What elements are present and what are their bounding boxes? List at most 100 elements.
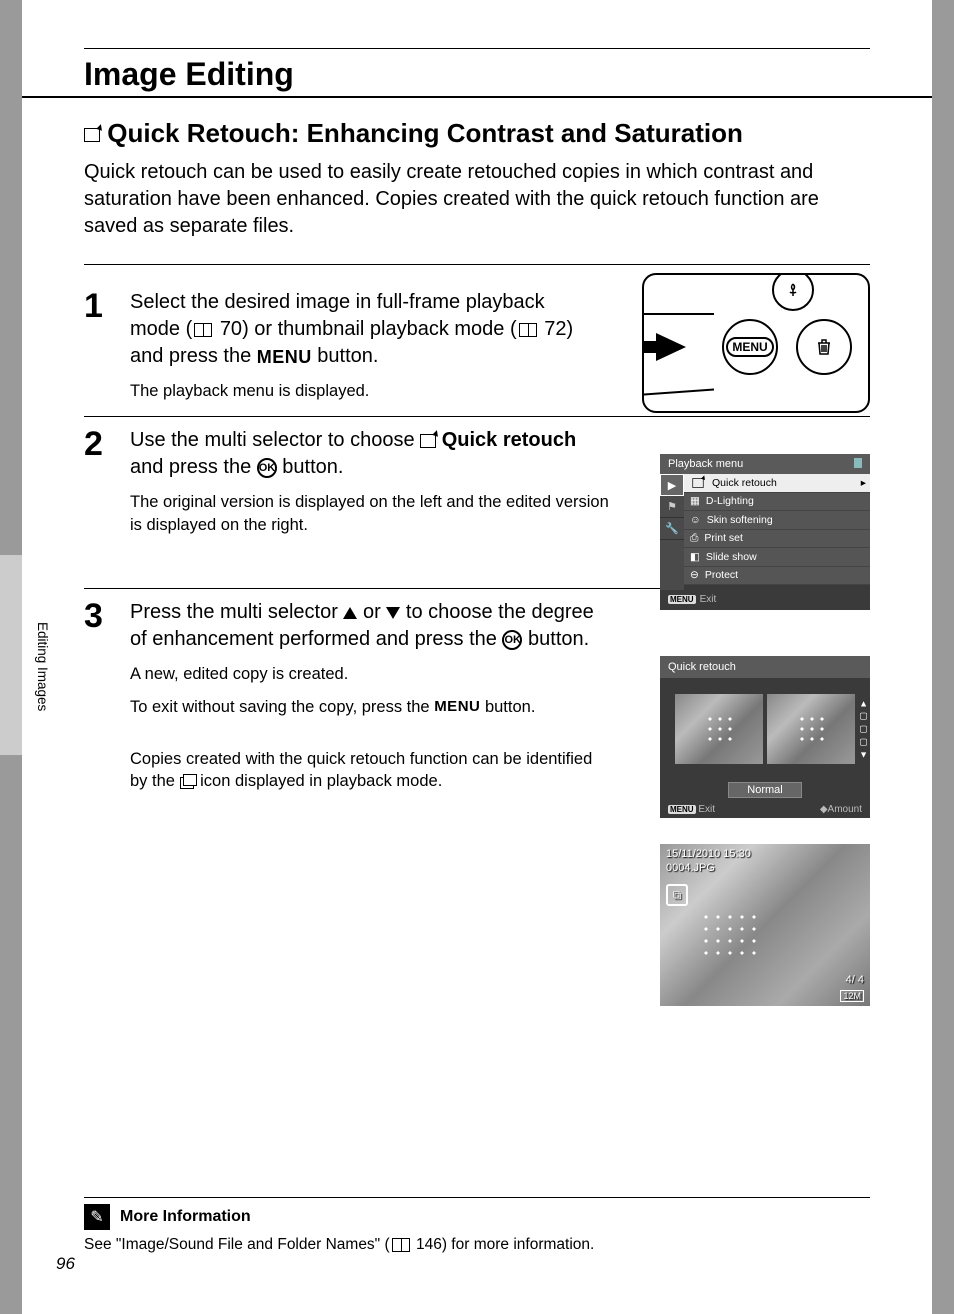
- page-title: Image Editing: [84, 56, 294, 93]
- menu-button-label: MENU: [257, 345, 312, 369]
- step-number: 3: [84, 599, 112, 792]
- section-title-text: Quick Retouch: Enhancing Contrast and Sa…: [107, 118, 743, 148]
- text: See "Image/Sound File and Folder Names" …: [84, 1236, 390, 1253]
- book-ref-icon: [519, 323, 537, 337]
- retouch-copy-indicator-icon: ⧉: [666, 884, 688, 906]
- down-arrow-icon: [386, 607, 400, 619]
- quick-retouch-icon: [420, 434, 436, 448]
- menu-item-label: Skin softening: [707, 514, 773, 526]
- more-information: ✎ More Information See "Image/Sound File…: [84, 1197, 870, 1254]
- note-icon: ✎: [84, 1204, 110, 1230]
- step-2-sub: The original version is displayed on the…: [130, 491, 610, 536]
- step-number: 2: [84, 427, 112, 574]
- menu-item-label: Protect: [705, 569, 738, 581]
- menu-item-d-lighting: ▦ D-Lighting: [684, 493, 870, 512]
- text: or: [357, 601, 386, 623]
- amount-label: Amount: [828, 804, 862, 815]
- menu-list: Quick retouch▸ ▦D-Lighting ☺Skin softeni…: [684, 474, 870, 590]
- exit-label: Exit: [698, 804, 715, 815]
- steps-top-rule: [84, 264, 870, 265]
- adjust-icon: ◆: [820, 804, 828, 815]
- text: button.: [312, 345, 379, 367]
- step-3-text: Press the multi selector or to choose th…: [130, 599, 600, 653]
- step-1-text: Select the desired image in full-frame p…: [130, 289, 600, 370]
- image-count: 4/ 4: [846, 974, 864, 986]
- skin-icon: ☺: [690, 514, 701, 526]
- step-1-sub: The playback menu is displayed.: [130, 380, 610, 402]
- screenshot-footer: MENU Exit: [660, 590, 870, 608]
- step-3-sub2: To exit without saving the copy, press t…: [130, 696, 610, 718]
- menu-option-name: Quick retouch: [442, 429, 576, 451]
- d-lighting-icon: ▦: [690, 495, 700, 507]
- text: button.: [480, 698, 535, 716]
- menu-item-print-set: ⎙Print set: [684, 530, 870, 549]
- side-tab-label: Editing Images: [35, 622, 50, 711]
- menu-button-label: MENU: [726, 337, 773, 357]
- book-ref-icon: [194, 323, 212, 337]
- page: Image Editing Editing Images Quick Retou…: [22, 0, 932, 1314]
- menu-tabs: ▶ ⚑ 🔧: [660, 474, 684, 590]
- playback-menu-screenshot: Playback menu ▶ ⚑ 🔧 Quick retouch▸ ▦D-Li…: [660, 454, 870, 610]
- menu-item-slide-show: ◧ Slide show: [684, 548, 870, 567]
- menu-badge: MENU: [668, 805, 696, 814]
- timestamp: 15/11/2010 15:30: [666, 848, 751, 860]
- playback-tab-icon: ▶: [660, 474, 684, 496]
- preview-edited: [767, 694, 855, 764]
- text: button.: [522, 628, 589, 650]
- text: icon displayed in playback mode.: [196, 772, 443, 790]
- screenshot-header: Playback menu: [660, 454, 870, 474]
- more-info-title: More Information: [120, 1208, 251, 1226]
- trash-icon: [814, 337, 834, 357]
- menu-item-skin-softening: ☺ Skin softening: [684, 511, 870, 530]
- header-underline: [22, 96, 932, 98]
- menu-button: MENU: [722, 319, 778, 375]
- delete-button: [796, 319, 852, 375]
- book-ref-icon: [392, 1238, 410, 1252]
- protect-icon: ⊖: [690, 569, 699, 581]
- side-tab: [0, 555, 22, 755]
- macro-button-icon: [772, 273, 814, 311]
- text: To exit without saving the copy, press t…: [130, 698, 434, 716]
- ok-button-icon: OK: [502, 630, 522, 650]
- camera-illustration: MENU: [642, 273, 870, 413]
- text: button.: [277, 456, 344, 478]
- text: and press the: [130, 456, 257, 478]
- menu-item-label: Quick retouch: [712, 477, 777, 489]
- up-arrow-icon: [343, 607, 357, 619]
- step-2-text: Use the multi selector to choose Quick r…: [130, 427, 600, 481]
- level-bar: Normal: [660, 780, 870, 800]
- image-content: [700, 911, 760, 961]
- more-info-body: See "Image/Sound File and Folder Names" …: [84, 1236, 870, 1254]
- wrench-tab-icon: 🔧: [660, 518, 684, 540]
- menu-button-label: MENU: [434, 697, 480, 717]
- exit-label: Exit: [700, 594, 717, 605]
- battery-icon: [854, 458, 862, 468]
- ok-button-icon: OK: [257, 458, 277, 478]
- filename: 0004.JPG: [666, 862, 715, 874]
- menu-item-label: D-Lighting: [706, 495, 754, 507]
- step-3-sub1: A new, edited copy is created.: [130, 663, 610, 685]
- image-size-badge: 12M: [840, 990, 864, 1002]
- menu-badge: MENU: [668, 595, 696, 604]
- step-3-sub3: Copies created with the quick retouch fu…: [130, 748, 610, 793]
- preview-original: [675, 694, 763, 764]
- text: ) or thumbnail playback mode (: [242, 318, 517, 340]
- section-intro: Quick retouch can be used to easily crea…: [84, 159, 870, 240]
- screenshot-title: Quick retouch: [660, 656, 870, 678]
- text: ) for more information.: [442, 1236, 594, 1253]
- camera-edge-line: [644, 389, 714, 396]
- camera-edge-line: [644, 313, 714, 315]
- menu-item-label: Slide show: [706, 551, 757, 563]
- setup-tab-icon: ⚑: [660, 496, 684, 518]
- playback-screenshot: 15/11/2010 15:30 0004.JPG ⧉ 12M 4/ 4: [660, 844, 870, 1006]
- retouch-copy-icon: [180, 775, 196, 789]
- slide-icon: ◧: [690, 551, 700, 563]
- menu-item-label: Print set: [704, 532, 743, 544]
- preview-row: ▲▢▢▢▼: [660, 678, 870, 780]
- quick-retouch-screenshot: Quick retouch ▲▢▢▢▼ Normal MENU Exit ◆Am…: [660, 656, 870, 818]
- page-number: 96: [56, 1254, 75, 1274]
- amount-slider-icon: ▲▢▢▢▼: [859, 699, 868, 760]
- page-ref: 70: [220, 318, 242, 340]
- header-rule: [84, 48, 870, 49]
- page-ref: 72: [544, 318, 566, 340]
